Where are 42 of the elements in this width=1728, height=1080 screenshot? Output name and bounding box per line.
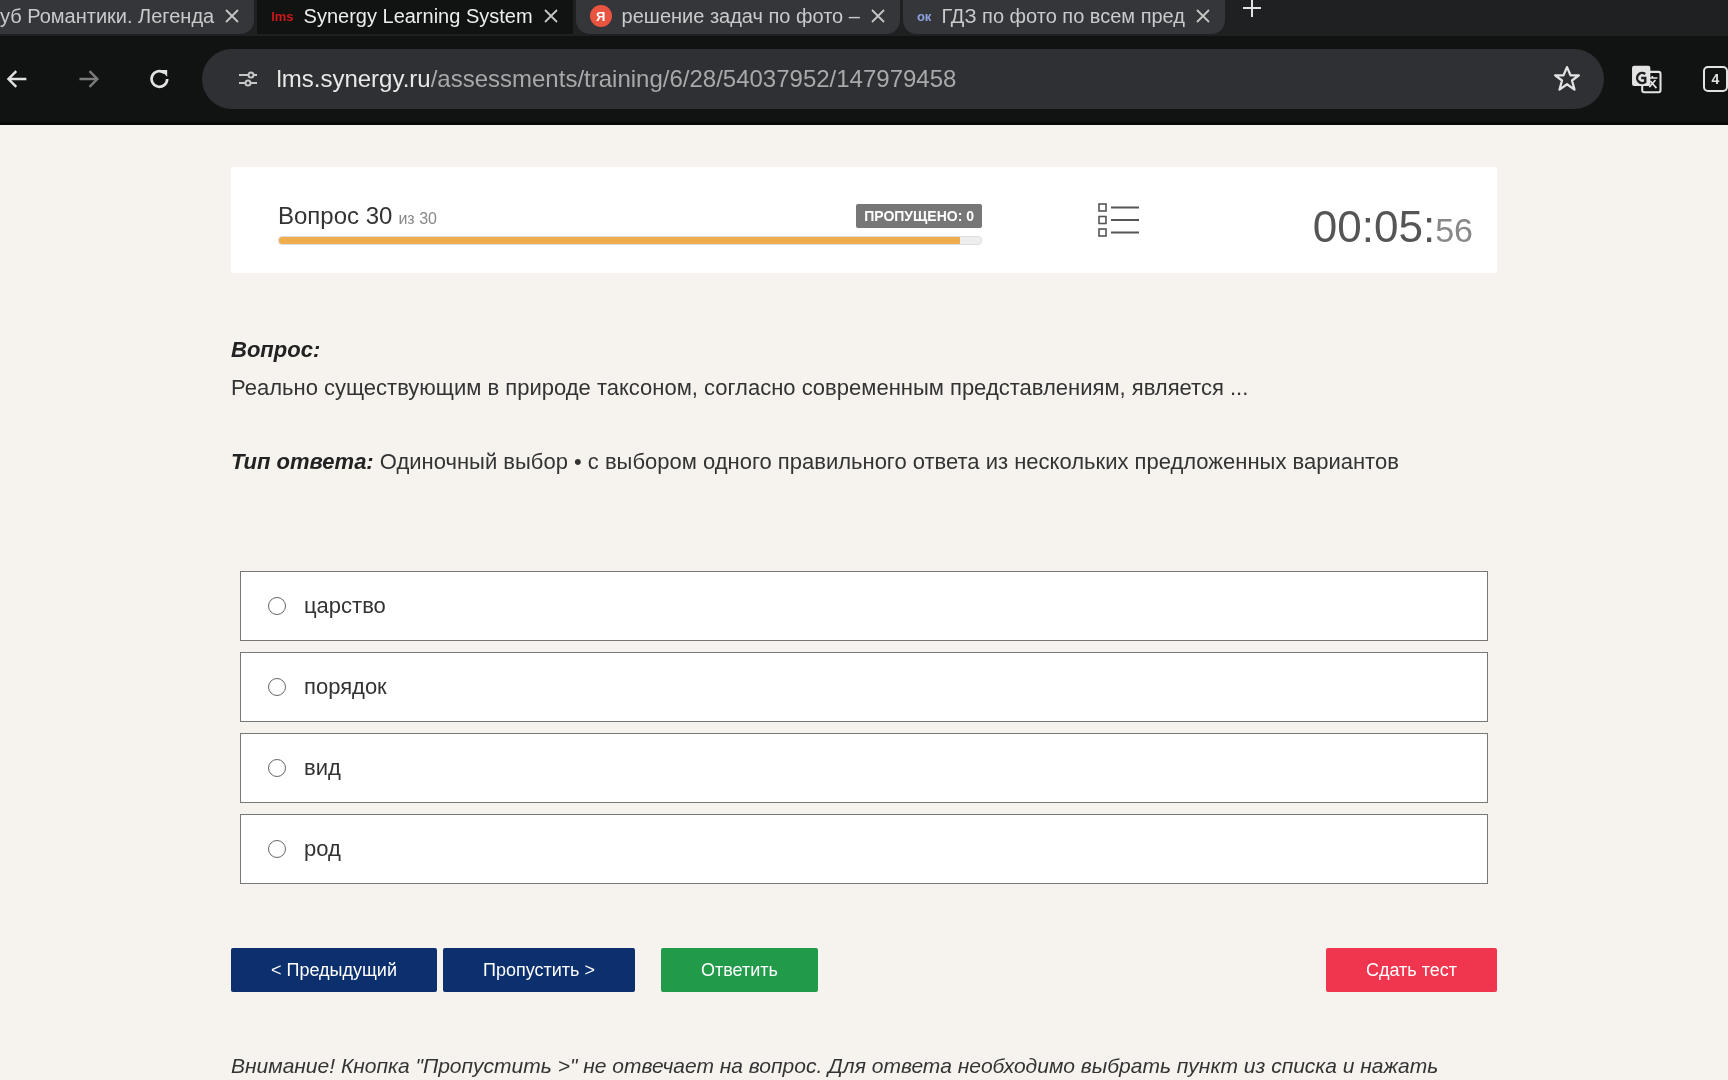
answer-option[interactable]: порядок [240,652,1488,722]
address-bar[interactable]: lms.synergy.ru/assessments/training/6/28/54037952/147979458 [202,49,1605,109]
site-favicon-icon: lms [271,8,294,24]
answer-type-text: Одиночный выбор • с выбором одного правильного ответа из нескольких предложенных вариантов [379,449,1399,474]
submit-test-button[interactable]: Сдать тест [1325,948,1497,992]
browser-tab[interactable]: Я решение задач по фото – [575,0,900,34]
answer-option[interactable]: род [240,814,1488,884]
answer-type-label: Тип ответа: [231,449,374,474]
notice-text: Внимание! Кнопка "Пропустить >" не отвечает на вопрос. Для ответа необходимо выбрать пункт из списка и нажать [231,1054,1440,1078]
question-list-icon[interactable] [1098,202,1140,238]
timer: 00:05:56 [1312,202,1473,252]
option-text: вид [304,755,341,781]
tab-title: ГДЗ по фото по всем пред [941,4,1185,28]
tab-count-button[interactable]: 4 [1702,66,1728,92]
nav-button[interactable]: < Предыдущий [231,948,437,992]
close-icon[interactable] [224,8,241,24]
browser-tab[interactable]: уб Романтики. Легенда [0,0,255,34]
browser-tab[interactable]: lms Synergy Learning System [257,0,573,34]
nav-button[interactable]: Пропустить > [442,948,635,992]
question-total: из 30 [398,209,437,228]
option-text: порядок [304,674,387,700]
url-text: lms.synergy.ru/assessments/training/6/28/54037952/147979458 [276,65,958,93]
skipped-badge: ПРОПУЩЕНО: 0 [856,203,982,228]
close-icon[interactable] [1194,8,1211,24]
tab-title: уб Романтики. Легенда [0,4,215,28]
answer-option[interactable]: царство [240,571,1488,641]
question-label: Вопрос: [231,337,322,363]
site-favicon-icon: Я [589,5,612,27]
answer-option[interactable]: вид [240,733,1488,803]
tab-title: решение задач по фото – [621,4,860,28]
close-icon[interactable] [542,8,559,24]
answer-button[interactable]: Ответить [660,948,818,992]
question-text: Реально существующим в природе таксоном, согласно современным представлениям, является ... [231,375,1250,401]
close-icon[interactable] [869,8,886,24]
bookmark-star-icon[interactable] [1552,64,1583,94]
site-favicon-icon: ок [916,8,932,24]
new-tab-icon[interactable] [1241,0,1262,18]
option-text: царство [304,593,386,619]
browser-tab[interactable]: ок ГДЗ по фото по всем пред [902,0,1225,34]
option-text: род [304,836,341,862]
question-number: Вопрос 30 [278,201,393,230]
tab-title: Synergy Learning System [303,4,533,28]
